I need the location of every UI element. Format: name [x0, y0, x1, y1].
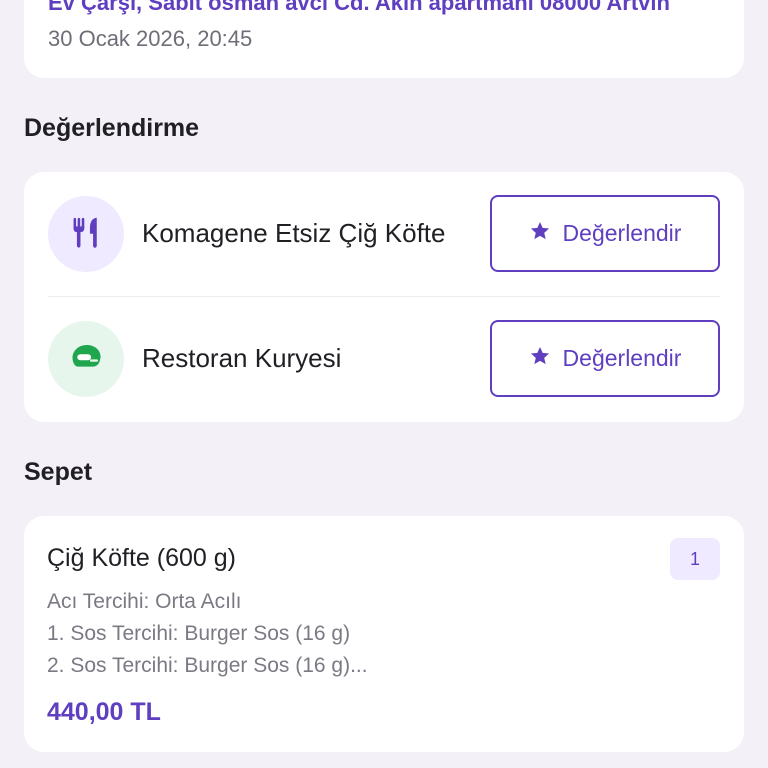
rating-row-restaurant: Komagene Etsiz Çiğ Köfte Değerlendir [24, 172, 744, 297]
rate-restaurant-button[interactable]: Değerlendir [490, 195, 720, 272]
item-name: Çiğ Köfte (600 g) [47, 544, 236, 572]
rating-row-courier: Restoran Kuryesi Değerlendir [24, 297, 744, 422]
order-address-card: Ev Çarşı, Sabit osman avcı Cd. Akın apar… [24, 0, 744, 78]
restaurant-avatar [48, 196, 124, 272]
courier-helmet-icon [68, 339, 104, 380]
item-option: 2. Sos Tercihi: Burger Sos (16 g)... [47, 654, 368, 677]
item-price: 440,00 TL [47, 698, 161, 726]
rate-courier-label: Değerlendir [562, 345, 682, 371]
restaurant-name: Komagene Etsiz Çiğ Köfte [142, 218, 446, 248]
courier-avatar [48, 321, 124, 397]
fork-knife-icon [69, 215, 103, 254]
rating-section-title: Değerlendirme [24, 114, 200, 142]
rate-restaurant-label: Değerlendir [562, 220, 682, 246]
rate-courier-button[interactable]: Değerlendir [490, 320, 720, 397]
basket-item-card: Çiğ Köfte (600 g) 1 Acı Tercihi: Orta Ac… [24, 516, 744, 752]
star-icon [529, 220, 551, 248]
order-date: 30 Ocak 2026, 20:45 [48, 26, 253, 51]
star-icon [529, 345, 551, 373]
courier-name: Restoran Kuryesi [142, 343, 342, 373]
item-option: Acı Tercihi: Orta Acılı [47, 590, 242, 613]
basket-section-title: Sepet [24, 458, 93, 486]
item-option: 1. Sos Tercihi: Burger Sos (16 g) [47, 622, 351, 645]
rating-card: Komagene Etsiz Çiğ Köfte Değerlendir Res… [24, 172, 744, 422]
quantity-badge: 1 [670, 538, 720, 580]
delivery-address[interactable]: Ev Çarşı, Sabit osman avcı Cd. Akın apar… [48, 0, 728, 16]
